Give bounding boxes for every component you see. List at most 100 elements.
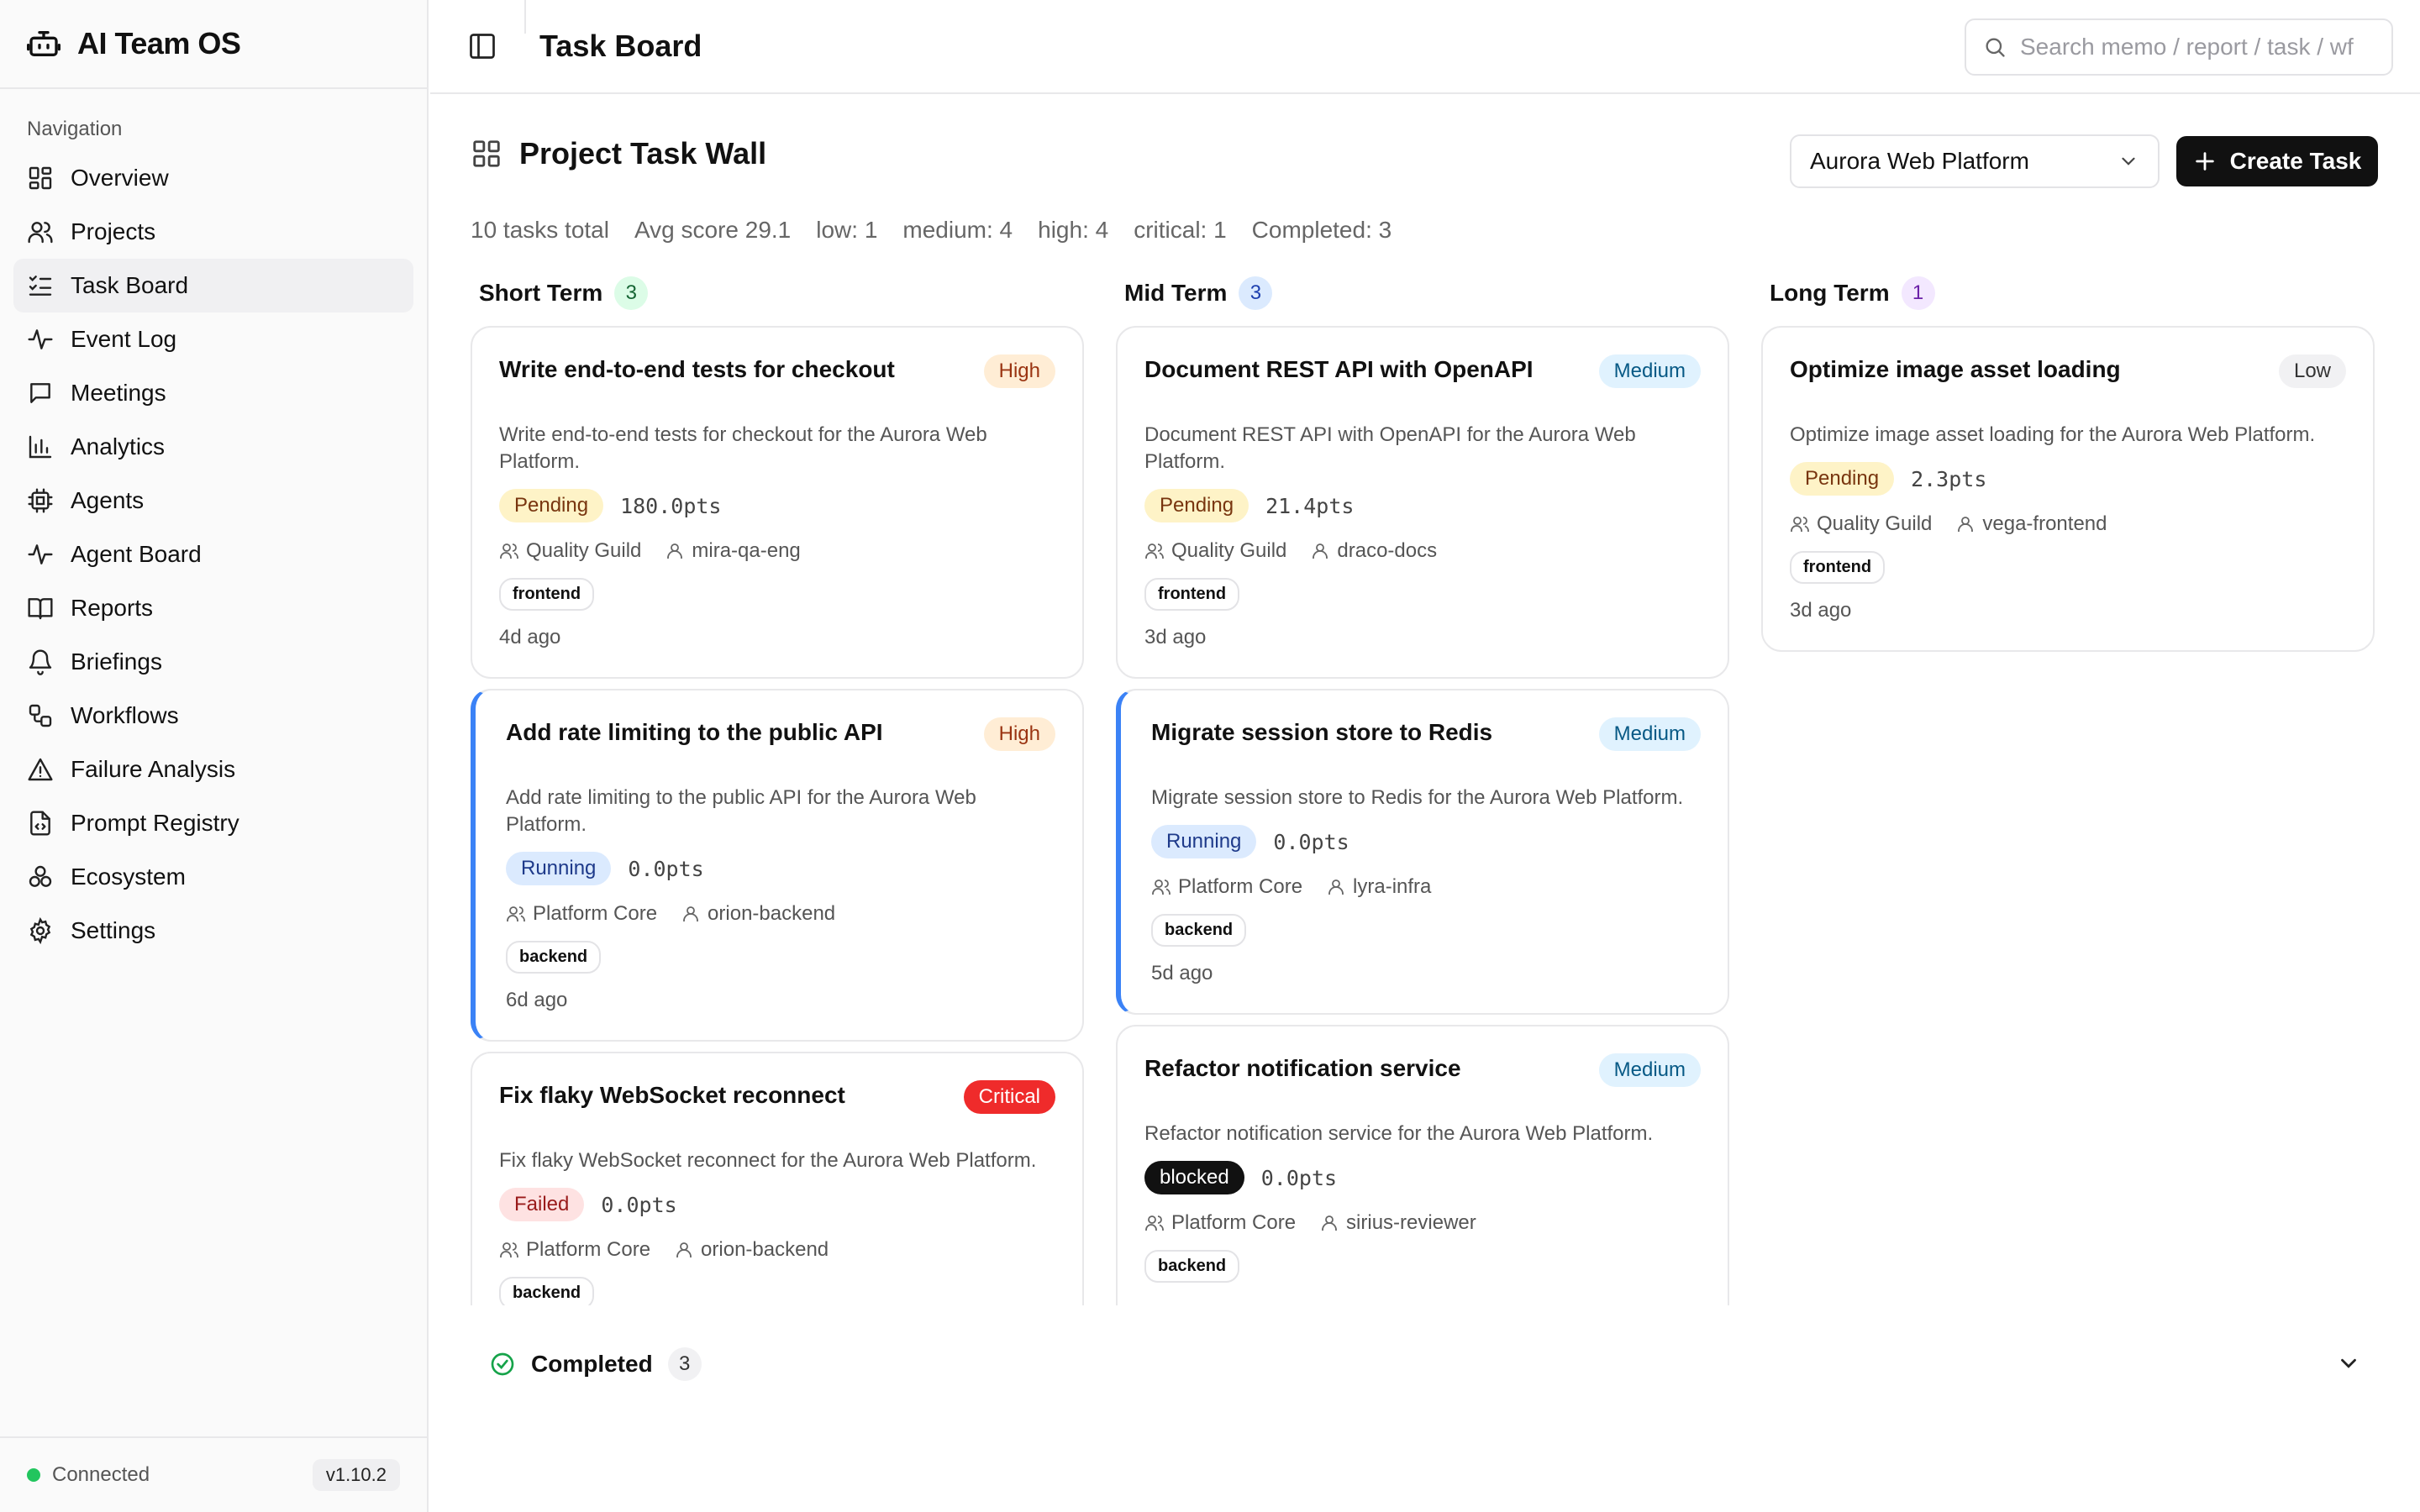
task-card[interactable]: Fix flaky WebSocket reconnect Critical F… [471, 1052, 1084, 1305]
sidebar-item-failure-analysis[interactable]: Failure Analysis [13, 743, 413, 796]
sidebar-item-label: Settings [71, 917, 156, 943]
connection-status: Connected [27, 1463, 150, 1487]
sidebar-item-workflows[interactable]: Workflows [13, 689, 413, 743]
task-team: Platform Core [526, 1238, 651, 1261]
users-icon [507, 906, 525, 921]
sidebar-item-ecosystem[interactable]: Ecosystem [13, 850, 413, 904]
cpu-icon [28, 488, 53, 513]
completed-count: 3 [667, 1347, 702, 1381]
users-icon [500, 1242, 518, 1257]
sidebar-item-briefings[interactable]: Briefings [13, 635, 413, 689]
task-tag: frontend [499, 578, 595, 611]
workflow-icon [29, 704, 52, 727]
status-badge: Failed [499, 1188, 585, 1221]
task-tag: backend [506, 941, 602, 974]
column-header: Long Term 1 [1761, 272, 2375, 314]
task-card[interactable]: Migrate session store to Redis Medium Mi… [1116, 689, 1729, 1015]
sidebar-item-meetings[interactable]: Meetings [13, 366, 413, 420]
bar-chart-icon [29, 435, 52, 459]
sidebar-item-task-board[interactable]: Task Board [13, 259, 413, 312]
status-badge: Pending [1790, 462, 1895, 496]
sidebar-item-agent-board[interactable]: Agent Board [13, 528, 413, 581]
task-description: Add rate limiting to the public API for … [506, 786, 976, 836]
task-description: Migrate session store to Redis for the A… [1151, 786, 1684, 809]
status-dot [27, 1468, 40, 1482]
stat-high: high: 4 [1038, 217, 1109, 243]
sidebar-item-label: Event Log [71, 326, 177, 352]
sidebar-item-event-log[interactable]: Event Log [13, 312, 413, 366]
search-icon [1986, 38, 2005, 57]
bot-icon [27, 31, 60, 56]
sidebar-item-label: Failure Analysis [71, 756, 236, 782]
user-icon [667, 543, 683, 559]
task-description: Fix flaky WebSocket reconnect for the Au… [499, 1149, 1037, 1172]
search-input[interactable] [2020, 34, 2390, 60]
task-description: Optimize image asset loading for the Aur… [1790, 423, 2316, 446]
sidebar-item-label: Reports [71, 595, 154, 621]
stat-medium: medium: 4 [902, 217, 1013, 243]
search-box[interactable] [1965, 18, 2393, 76]
stat-total: 10 tasks total [471, 217, 609, 243]
column-title: Long Term [1770, 280, 1890, 306]
users-icon [500, 543, 518, 559]
activity-icon [28, 329, 53, 349]
task-team: Platform Core [533, 902, 658, 925]
user-icon [1313, 543, 1328, 559]
sidebar-item-label: Agents [71, 487, 145, 513]
stat-avg: Avg score 29.1 [634, 217, 792, 243]
task-title: Add rate limiting to the public API [506, 719, 883, 745]
stat-completed: Completed: 3 [1251, 217, 1392, 243]
task-card[interactable]: Document REST API with OpenAPI Medium Do… [1116, 326, 1729, 679]
brand[interactable]: AI Team OS [0, 0, 427, 89]
completed-section-toggle[interactable]: Completed 3 [489, 1339, 2361, 1389]
chevron-down-icon [2122, 157, 2135, 165]
task-card[interactable]: Add rate limiting to the public API High… [471, 689, 1084, 1042]
task-columns: Short Term 3 Write end-to-end tests for … [471, 272, 2378, 1305]
sidebar-toggle-icon[interactable] [467, 31, 497, 61]
wall-title: Project Task Wall [519, 136, 767, 171]
dashboard-icon [29, 166, 52, 190]
task-card[interactable]: Optimize image asset loading Low Optimiz… [1761, 326, 2375, 652]
task-tag: backend [1144, 1250, 1240, 1283]
priority-badge: Low [2278, 354, 2346, 388]
completed-label: Completed [531, 1351, 653, 1377]
project-select[interactable]: Aurora Web Platform [1790, 134, 2160, 188]
sidebar-item-projects[interactable]: Projects [13, 205, 413, 259]
chevron-down-icon[interactable] [2336, 1351, 2361, 1376]
column-count: 3 [1239, 276, 1273, 310]
sidebar-item-reports[interactable]: Reports [13, 581, 413, 635]
sidebar-item-label: Projects [71, 218, 156, 244]
task-title: Optimize image asset loading [1790, 356, 2121, 382]
list-checks-icon [29, 276, 52, 296]
main-content: Project Task Wall Aurora Web Platform Cr… [430, 96, 2420, 1512]
sidebar-item-settings[interactable]: Settings [13, 904, 413, 958]
nav-heading: Navigation [27, 118, 123, 140]
task-agent: sirius-reviewer [1346, 1211, 1476, 1234]
task-title: Fix flaky WebSocket reconnect [499, 1082, 845, 1108]
priority-badge: Medium [1598, 354, 1701, 388]
column-header: Short Term 3 [471, 272, 1084, 314]
task-age: 4d ago [499, 626, 561, 648]
status-badge: blocked [1144, 1161, 1244, 1194]
check-circle-icon [491, 1352, 514, 1376]
sidebar-item-analytics[interactable]: Analytics [13, 420, 413, 474]
priority-badge: Medium [1598, 717, 1701, 751]
task-age: 5d ago [1151, 962, 1213, 984]
create-task-button[interactable]: Create Task [2176, 136, 2378, 186]
users-icon [1145, 543, 1164, 559]
sidebar-item-agents[interactable]: Agents [13, 474, 413, 528]
user-icon [1328, 879, 1344, 895]
task-card[interactable]: Refactor notification service Medium Ref… [1116, 1025, 1729, 1305]
plus-icon [2195, 152, 2214, 171]
task-card[interactable]: Write end-to-end tests for checkout High… [471, 326, 1084, 679]
user-icon [1958, 517, 1974, 532]
task-team: Platform Core [1178, 875, 1303, 898]
sidebar-item-overview[interactable]: Overview [13, 151, 413, 205]
sidebar-item-prompt-registry[interactable]: Prompt Registry [13, 796, 413, 850]
status-badge: Running [506, 852, 612, 885]
task-team: Quality Guild [1817, 512, 1933, 535]
column-count: 1 [1901, 276, 1935, 310]
task-description: Refactor notification service for the Au… [1144, 1122, 1654, 1145]
task-tag: frontend [1144, 578, 1240, 611]
task-title: Refactor notification service [1144, 1055, 1461, 1081]
